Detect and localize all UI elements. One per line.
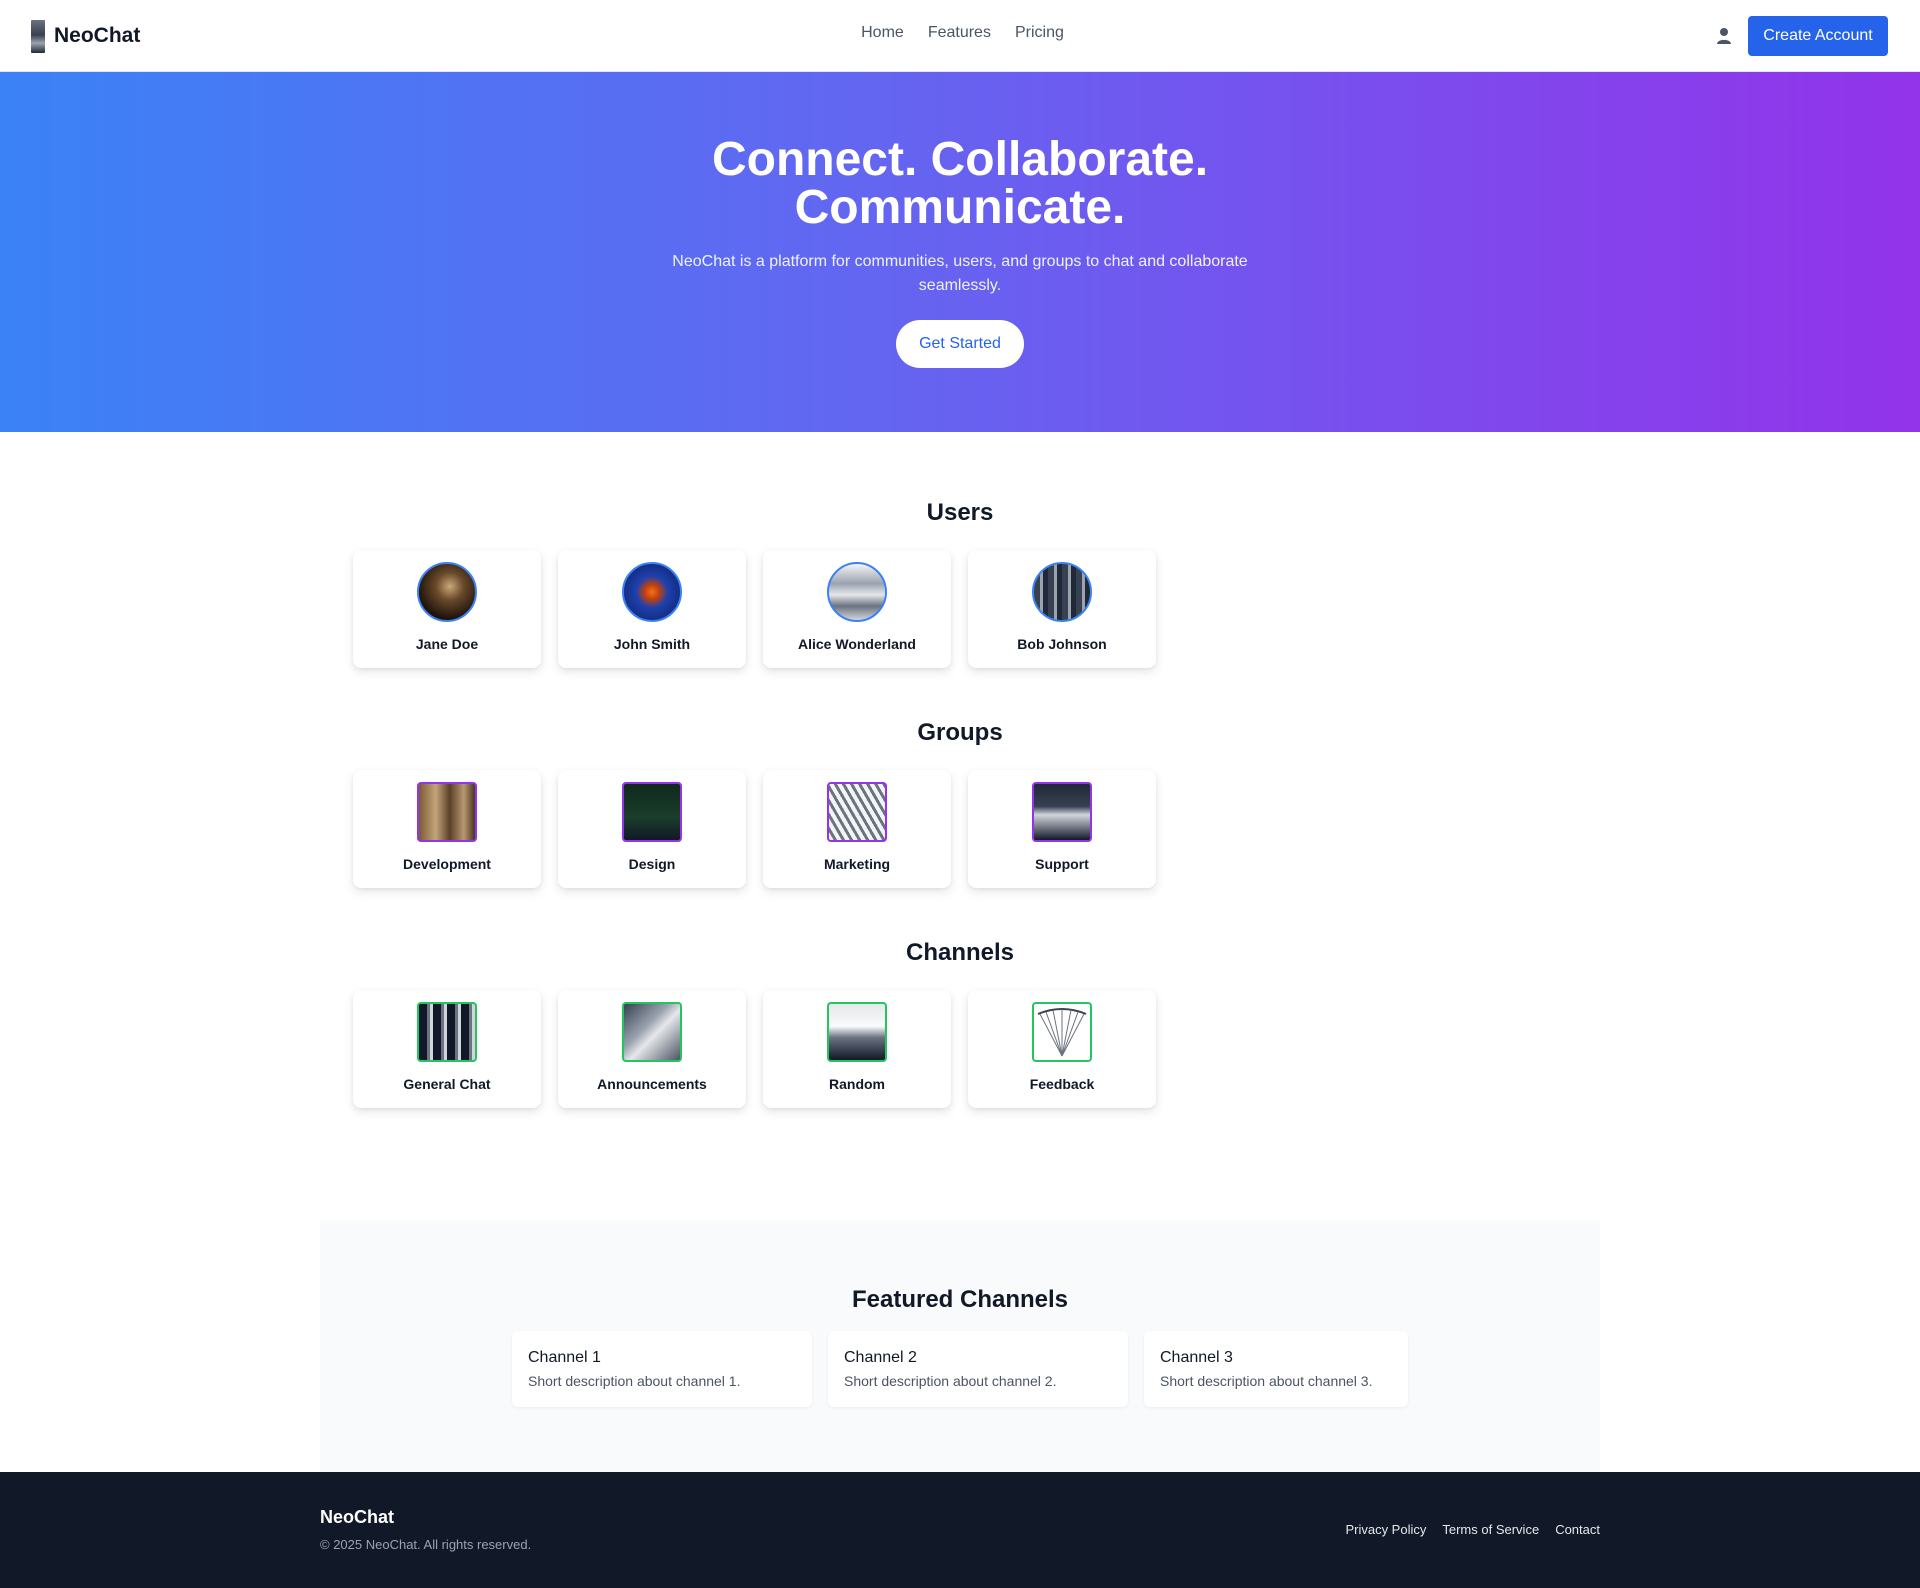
group-image [1032, 782, 1092, 842]
group-image [417, 782, 477, 842]
featured-channel-desc: Short description about channel 1. [528, 1373, 741, 1389]
group-name: Support [1035, 856, 1089, 872]
user-card[interactable]: John Smith [558, 550, 746, 668]
featured-channel-title: Channel 2 [844, 1349, 917, 1366]
channels-section-title: Channels [905, 939, 1015, 966]
hero-section: Connect. Collaborate. Communicate. NeoCh… [0, 72, 1920, 432]
group-card[interactable]: Support [968, 770, 1156, 888]
user-avatar [622, 562, 682, 622]
featured-channel-card[interactable]: Channel 2 Short description about channe… [828, 1331, 1128, 1407]
top-navbar: NeoChat Home Features Pricing Create Acc… [0, 0, 1920, 72]
featured-section-title: Featured Channels [851, 1286, 1069, 1313]
channel-name: Feedback [1029, 1076, 1095, 1092]
footer-links: Privacy Policy Terms of Service Contact [1345, 1522, 1600, 1537]
user-card[interactable]: Alice Wonderland [763, 550, 951, 668]
users-section-title: Users [926, 499, 994, 526]
channel-card[interactable]: Random [763, 990, 951, 1108]
channel-name: General Chat [403, 1076, 491, 1092]
footer-copyright: © 2025 NeoChat. All rights reserved. [320, 1537, 532, 1552]
footer-link-privacy[interactable]: Privacy Policy [1345, 1522, 1426, 1537]
featured-channel-desc: Short description about channel 3. [1160, 1373, 1373, 1389]
channel-image [827, 1002, 887, 1062]
channel-image [417, 1002, 477, 1062]
user-name: Jane Doe [415, 636, 479, 652]
channel-card[interactable]: Announcements [558, 990, 746, 1108]
group-card[interactable]: Design [558, 770, 746, 888]
channel-card[interactable]: General Chat [353, 990, 541, 1108]
create-account-button[interactable]: Create Account [1748, 16, 1888, 56]
group-image [622, 782, 682, 842]
user-avatar [417, 562, 477, 622]
user-avatar [1032, 562, 1092, 622]
user-name: Alice Wonderland [798, 636, 916, 652]
group-name: Design [628, 856, 676, 872]
channel-name: Announcements [597, 1076, 707, 1092]
hero-title: Connect. Collaborate. Communicate. [0, 136, 1920, 232]
user-name: Bob Johnson [1017, 636, 1107, 652]
featured-channel-card[interactable]: Channel 1 Short description about channe… [512, 1331, 812, 1407]
nav-link-pricing[interactable]: Pricing [1015, 24, 1064, 42]
footer-brand: NeoChat [320, 1507, 395, 1527]
user-avatar [827, 562, 887, 622]
featured-channel-desc: Short description about channel 2. [844, 1373, 1057, 1389]
footer-link-contact[interactable]: Contact [1555, 1522, 1600, 1537]
group-image [827, 782, 887, 842]
user-card[interactable]: Bob Johnson [968, 550, 1156, 668]
group-name: Marketing [823, 856, 891, 872]
group-card[interactable]: Development [353, 770, 541, 888]
nav-link-features[interactable]: Features [928, 24, 991, 42]
featured-channel-title: Channel 1 [528, 1349, 601, 1366]
featured-channel-title: Channel 3 [1160, 1349, 1233, 1366]
get-started-button[interactable]: Get Started [896, 320, 1024, 368]
featured-channel-card[interactable]: Channel 3 Short description about channe… [1144, 1331, 1408, 1407]
hero-title-line2: Communicate. [794, 181, 1126, 234]
hero-subtitle: NeoChat is a platform for communities, u… [672, 253, 1248, 294]
channel-image [622, 1002, 682, 1062]
group-name: Development [403, 856, 491, 872]
featured-channels-section: Featured Channels Channel 1 Short descri… [320, 1220, 1600, 1472]
channel-image [1032, 1002, 1092, 1062]
footer-link-terms[interactable]: Terms of Service [1442, 1522, 1539, 1537]
channel-name: Random [829, 1076, 885, 1092]
group-card[interactable]: Marketing [763, 770, 951, 888]
user-icon[interactable] [1714, 26, 1734, 46]
user-name: John Smith [613, 636, 691, 652]
channel-card[interactable]: Feedback [968, 990, 1156, 1108]
user-card[interactable]: Jane Doe [353, 550, 541, 668]
hero-title-line1: Connect. Collaborate. [711, 133, 1209, 186]
groups-section-title: Groups [917, 719, 1003, 746]
nav-links: Home Features Pricing [0, 24, 1920, 42]
footer: NeoChat © 2025 NeoChat. All rights reser… [0, 1472, 1920, 1588]
nav-link-home[interactable]: Home [861, 24, 904, 42]
